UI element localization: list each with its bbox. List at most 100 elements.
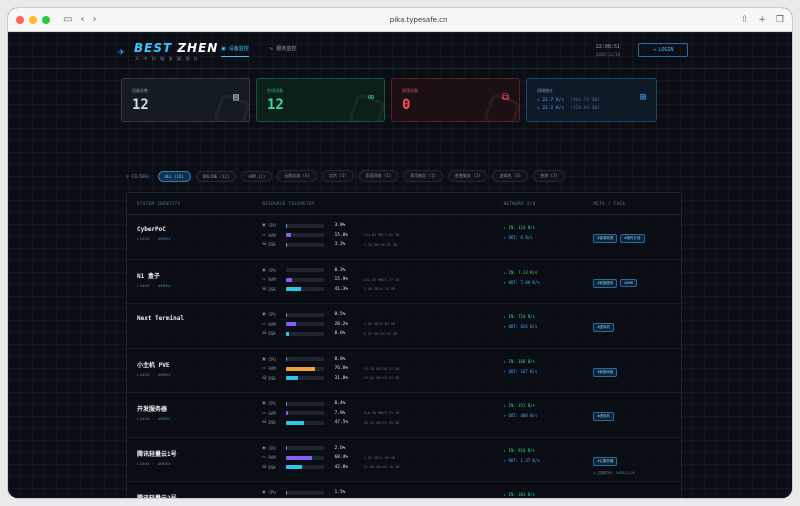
tag-badge[interactable]: #虚拟机 — [593, 412, 614, 421]
table-body: CyberPoC LINUX · AMD64 ▣ CPU 3.0% ▭ RAM 15.0% 15… — [127, 215, 681, 498]
tag-badge[interactable]: #云服务器 — [593, 456, 618, 466]
net-in: ↓ IN: 124 B/s — [503, 225, 535, 230]
monitor-icon: ▣ — [221, 45, 226, 52]
stat-total: 设备总数 12 ▤ — [121, 78, 250, 122]
browser-window: ▭ ‹ › pika.typesafe.cn ⇧ + ❐ ✈ BEST ZHEN… — [8, 8, 792, 498]
filter-chip[interactable]: 云服务器 (6) — [277, 170, 317, 182]
resource-line-dsk: ⛁ DSK 42.8% 21.06 GB/49.18 GB — [262, 464, 400, 470]
net-in: ↓ IN: 724 B/s — [503, 314, 535, 319]
resource-line-ram: ▭RAM50.8%979.22 MB/1.92 GB — [263, 498, 504, 499]
minimize-window-button[interactable] — [29, 15, 37, 24]
browser-toolbar: ▭ ‹ › pika.typesafe.cn ⇧ + ❐ — [8, 8, 792, 32]
dashboard: ✈ BEST ZHEN 天 中 科 服 务 器 探 针 ▣ 设备监控 ∿ 服务监控 … — [8, 32, 792, 498]
resource-line-dsk: ⛁ DSK 41.3% 2.49 GB/6.18 GB — [262, 286, 396, 292]
tab-devices[interactable]: ▣ 设备监控 — [221, 45, 249, 57]
resource-line-cpu: ▣ CPU 0.4% — [262, 401, 346, 407]
usage-bar — [285, 331, 324, 336]
resource-line-ram: ▭ RAM 15.0% 154.85 MB/1.02 GB — [262, 232, 400, 238]
network-download: ↓ 22.2 K/s (328.69 GB) — [537, 106, 600, 111]
filter-chip[interactable]: ONLINE (12) — [195, 170, 237, 182]
table-header: SYSTEM IDENTITY RESOURCE TELEMETRY NETWO… — [127, 193, 681, 215]
server-name[interactable]: Next Terminal — [137, 315, 263, 322]
tag-badge[interactable]: #虚拟机 — [593, 323, 614, 332]
filter-chip[interactable]: 家庭网络 (1) — [358, 170, 399, 182]
filter-chip[interactable]: 北京 (1) — [321, 170, 354, 182]
network-icon: ⊞ — [639, 92, 646, 103]
server-name[interactable]: 腾讯轻量云1号 — [137, 449, 263, 458]
tag-badge[interactable]: #ARM — [620, 278, 637, 287]
tag-badge[interactable]: #香港家宽 — [593, 234, 618, 243]
tag-badge[interactable]: #家庭服务 — [593, 278, 618, 288]
server-name[interactable]: CyberPoC — [137, 226, 263, 233]
resource-line-cpu: ▣ CPU 0.2% — [262, 267, 346, 273]
usage-bar — [285, 322, 324, 327]
filter-chip[interactable]: ARM (1) — [241, 170, 273, 182]
new-tab-icon[interactable]: + — [758, 15, 766, 25]
usage-bar — [285, 268, 324, 273]
url-text: pika.typesafe.cn — [389, 15, 448, 24]
server-os: LINUX · AMD64 — [137, 237, 171, 241]
usage-bar — [285, 446, 324, 451]
resource-line-cpu: ▣ CPU 3.0% — [262, 223, 346, 229]
usage-bar — [285, 401, 324, 406]
net-out: ↑ OUT: 167 B/s — [503, 368, 538, 374]
close-window-button[interactable] — [16, 15, 24, 24]
usage-bar — [285, 223, 324, 228]
filter-chip[interactable]: ALL (12) — [157, 170, 191, 182]
server-name[interactable]: 腾讯轻量云2号 — [137, 493, 263, 498]
resource-line-cpu: ▣ CPU 1.5% — [262, 490, 346, 496]
tabs-overview-icon[interactable]: ❐ — [776, 15, 784, 25]
filter-chip[interactable]: 家用服务 (1) — [403, 170, 443, 182]
table-row[interactable]: 腾讯轻量云1号 LINUX · AMD64 ▣ CPU 2.6% ▭ RAM 68.4% 1.9… — [127, 438, 681, 482]
usage-bar — [285, 465, 324, 470]
server-table: SYSTEM IDENTITY RESOURCE TELEMETRY NETWO… — [126, 192, 682, 498]
login-icon: ⇥ — [652, 47, 656, 53]
stat-network: 网络统计 ↑ 22.7 K/s (301.74 GB) ↓ 22.2 K/s (32… — [526, 78, 657, 122]
share-icon[interactable]: ⇧ — [741, 15, 749, 25]
usage-bar — [285, 242, 324, 247]
resource-line-dsk: ⛁ DSK 3.2% 1.18 GB/36.92 GB — [262, 242, 398, 248]
brand-subtitle: 天 中 科 服 务 器 探 针 — [135, 56, 199, 61]
table-row[interactable]: 开发服务器 LINUX · AMD64 ▣ CPU 0.4% ▭ RAM 7.8% 616.38… — [127, 393, 681, 438]
filter-chip[interactable]: 香港 (2) — [533, 170, 565, 182]
usage-bar — [285, 455, 324, 460]
resource-line-dsk: ⛁ DSK 31.8% 29.84 GB/93.93 GB — [262, 375, 400, 381]
table-row[interactable]: CyberPoC LINUX · AMD64 ▣ CPU 3.0% ▭ RAM 15.0% 15… — [127, 215, 681, 260]
server-name[interactable]: N1 盒子 — [137, 271, 263, 280]
tag-badge[interactable]: #家庭网络 — [593, 367, 618, 377]
login-button[interactable]: ⇥ LOGIN — [638, 43, 688, 57]
usage-bar — [285, 411, 324, 416]
net-out: ↑ OUT: 1.37 K/s — [503, 457, 540, 463]
net-out: ↑ OUT: 7.09 K/s — [503, 279, 540, 285]
tab-services[interactable]: ∿ 服务监控 — [269, 45, 296, 53]
maximize-window-button[interactable] — [42, 15, 50, 24]
address-bar[interactable]: pika.typesafe.cn — [96, 16, 740, 24]
server-os: LINUX · ARM64 — [137, 283, 171, 288]
table-row[interactable]: Next Terminal ▣ CPU 0.5% ▭ RAM 28.2% 1.09 GB/3.… — [127, 304, 681, 349]
filter-bar: ⚲ FILTERS: ALL (12) ONLINE (12) ARM (1) … — [126, 170, 565, 182]
net-in: ↓ IN: 7.13 K/s — [503, 269, 538, 275]
filter-chip[interactable]: 香港服务 (2) — [447, 170, 488, 182]
back-icon[interactable]: ‹ — [80, 14, 84, 25]
server-name[interactable]: 小主机 PVE — [137, 360, 263, 369]
filter-label: ⚲ FILTERS: — [126, 173, 151, 179]
server-name[interactable]: 开发服务器 — [137, 404, 263, 413]
tag-badge[interactable]: #按时计费 — [620, 234, 645, 243]
table-row[interactable]: N1 盒子 LINUX · ARM64 ▣ CPU 0.2% ▭ RAM 15.9% 142.8… — [127, 260, 681, 304]
net-in: ↓ IN: 351 B/s — [503, 403, 535, 408]
table-row[interactable]: 小主机 PVE LINUX · AMD64 ▣ CPU 0.8% ▭ RAM 76.8% 23.… — [127, 349, 681, 393]
server-os: LINUX · AMD64 — [137, 372, 171, 377]
stat-offline: 离线设备 0 ⧉ — [391, 78, 520, 122]
resource-line-ram: ▭ RAM 28.2% 1.09 GB/3.83 GB — [262, 321, 396, 327]
table-row[interactable]: 腾讯轻量云2号LINUX · AMD64▣CPU1.5%▭RAM50.8%979… — [127, 482, 681, 498]
sidebar-toggle-icon[interactable]: ▭ — [63, 14, 72, 25]
resource-line-dsk: ⛁ DSK 47.5% 46.49 GB/97.93 GB — [262, 420, 400, 426]
filter-chip[interactable]: 虚拟机 (3) — [492, 170, 529, 182]
stat-online: 在线设备 12 ∞ — [256, 78, 385, 122]
app-header: ✈ BEST ZHEN 天 中 科 服 务 器 探 针 ▣ 设备监控 ∿ 服务监控 … — [8, 32, 792, 69]
net-out: ↑ OUT: 626 B/s — [503, 324, 538, 329]
usage-bar — [285, 277, 324, 282]
usage-bar — [285, 376, 324, 381]
usage-bar — [285, 357, 324, 362]
net-out: ↑ OUT: 488 B/s — [503, 413, 538, 418]
